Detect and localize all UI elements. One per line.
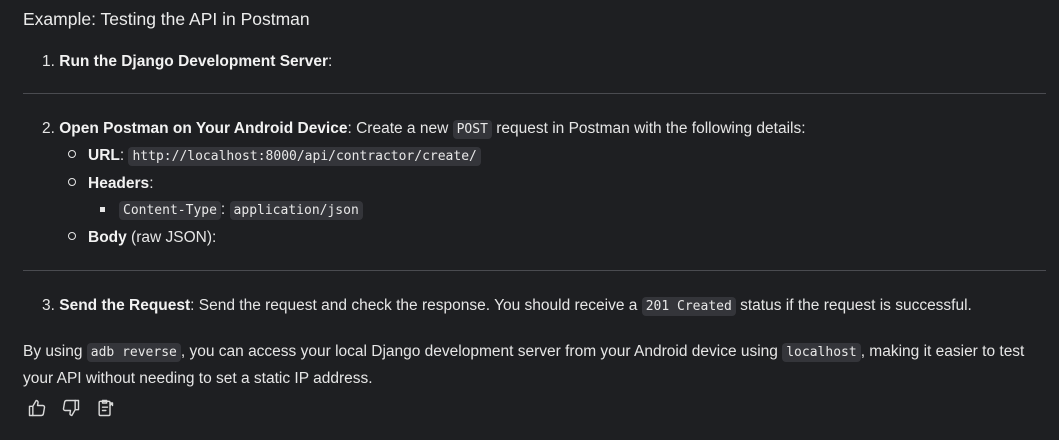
divider [23,93,1046,94]
list-item-body: Body (raw JSON): [68,229,216,247]
copy-button[interactable] [94,397,116,419]
item-text: (raw JSON): [126,229,217,246]
item-label: Body [88,229,127,246]
url-code: http://localhost:8000/api/contractor/cre… [128,147,481,166]
copy-icon [98,399,114,417]
divider [23,270,1046,271]
step-title: Open Postman on Your Android Device [59,120,348,137]
item-separator: : [220,201,230,218]
bullet-square-icon [100,207,105,212]
thumbs-down-icon [62,399,80,417]
list-item-headers: Headers: [68,175,154,193]
item-separator: : [149,175,154,192]
item-label: URL [88,147,120,164]
thumbs-up-icon [28,399,46,417]
step-1: 1. Run the Django Development Server: [42,53,332,71]
paragraph-text: , you can access your local Django devel… [180,343,783,360]
inline-code: adb reverse [86,343,181,362]
step-2: 2. Open Postman on Your Android Device: … [42,120,806,139]
message-actions [26,397,116,419]
step-title: Run the Django Development Server [59,53,328,70]
paragraph-text: By using [23,343,87,360]
step-text: : Create a new [347,120,453,137]
thumbs-up-button[interactable] [26,397,48,419]
inline-code: POST [452,120,492,139]
header-key-code: Content-Type [119,201,221,220]
step-number: 3. [42,297,55,314]
step-text: status if the request is successful. [735,297,972,314]
step-number: 1. [42,53,55,70]
list-item-url: URL: http://localhost:8000/api/contracto… [68,147,481,166]
list-item-header-entry: Content-Type: application/json [100,201,363,220]
thumbs-down-button[interactable] [60,397,82,419]
step-text: request in Postman with the following de… [491,120,806,137]
section-heading: Example: Testing the API in Postman [23,9,310,29]
step-text: : [327,53,333,70]
inline-code: localhost [782,343,861,362]
bullet-circle-icon [68,232,76,240]
step-3: 3. Send the Request: Send the request an… [42,297,972,316]
step-number: 2. [42,120,55,137]
step-text: : Send the request and check the respons… [190,297,642,314]
bullet-circle-icon [68,178,76,186]
step-title: Send the Request [59,297,191,314]
summary-paragraph: By using adb reverse, you can access you… [23,339,1048,392]
inline-code: 201 Created [641,297,736,316]
chat-response: Example: Testing the API in Postman 1. R… [0,0,1059,440]
header-value-code: application/json [229,201,363,220]
bullet-circle-icon [68,150,76,158]
item-label: Headers [88,175,150,192]
